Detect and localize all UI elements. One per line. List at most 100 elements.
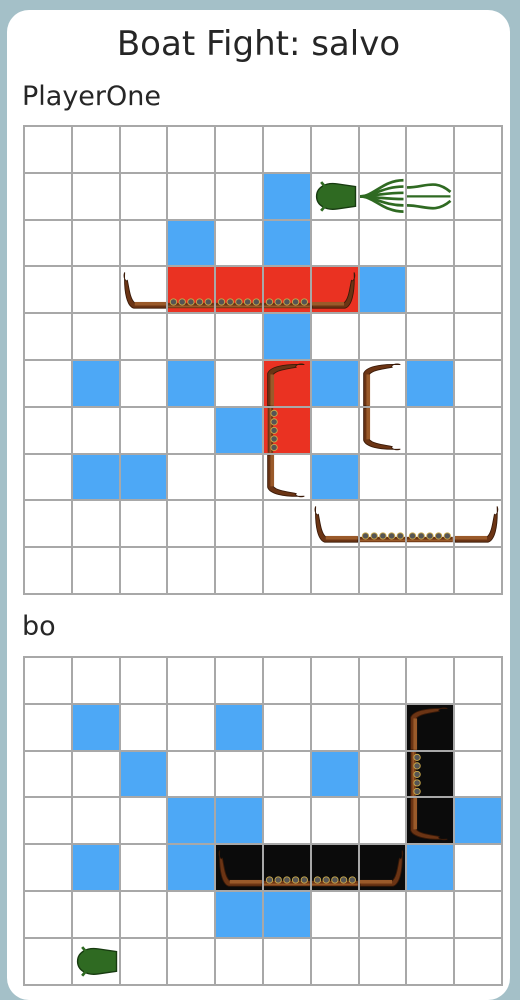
player-two-grid-cell[interactable] — [24, 844, 72, 891]
player-two-grid-cell[interactable] — [119, 937, 168, 985]
player-two-grid-cell[interactable] — [71, 890, 120, 938]
player-one-grid-cell[interactable] — [71, 547, 120, 594]
player-two-grid-cell[interactable] — [167, 703, 216, 751]
player-two-grid-cell[interactable] — [167, 890, 216, 938]
player-one-grid-cell[interactable] — [119, 266, 168, 314]
player-two-grid-cell-sunk[interactable] — [406, 750, 455, 798]
player-two-grid-cell[interactable] — [71, 937, 120, 985]
player-two-grid-cell-sunk[interactable] — [215, 844, 263, 891]
player-two-grid-cell-miss[interactable] — [310, 750, 359, 798]
player-two-grid-cell[interactable] — [262, 750, 311, 798]
player-one-grid-cell-miss[interactable] — [262, 172, 311, 220]
player-one-grid-cell[interactable] — [406, 126, 455, 173]
player-two-grid-cell[interactable] — [262, 797, 311, 845]
player-two-grid-cell[interactable] — [454, 657, 502, 704]
player-one-grid-cell-hit[interactable] — [215, 266, 263, 314]
player-one-grid-cell[interactable] — [119, 500, 168, 548]
player-two-grid-cell-miss[interactable] — [454, 797, 502, 845]
player-one-grid-cell[interactable] — [167, 172, 216, 220]
player-two-grid-cell[interactable] — [119, 797, 168, 845]
player-two-grid-cell-miss[interactable] — [215, 797, 263, 845]
player-one-grid-cell[interactable] — [262, 126, 311, 173]
player-two-grid-cell[interactable] — [310, 890, 359, 938]
player-one-grid-cell-miss[interactable] — [262, 219, 311, 267]
player-two-grid-cell[interactable] — [358, 750, 407, 798]
player-one-grid-cell[interactable] — [167, 500, 216, 548]
player-one-grid-cell-miss[interactable] — [310, 359, 359, 407]
player-two-grid-cell[interactable] — [406, 937, 455, 985]
player-two-grid-cell[interactable] — [24, 750, 72, 798]
player-two-grid-cell[interactable] — [454, 890, 502, 938]
player-one-grid-cell-miss[interactable] — [310, 453, 359, 501]
player-one-grid-cell[interactable] — [358, 126, 407, 173]
player-two-grid-cell[interactable] — [215, 937, 263, 985]
player-one-grid-cell[interactable] — [406, 453, 455, 501]
player-two-grid-cell-miss[interactable] — [71, 844, 120, 891]
player-one-grid-cell[interactable] — [262, 500, 311, 548]
player-two-grid-cell[interactable] — [454, 844, 502, 891]
player-two-grid-cell-miss[interactable] — [71, 703, 120, 751]
player-one-grid-cell[interactable] — [454, 547, 502, 594]
player-one-grid-cell[interactable] — [119, 219, 168, 267]
player-one-grid-cell-hit[interactable] — [262, 266, 311, 314]
player-one-grid-cell-miss[interactable] — [119, 453, 168, 501]
player-two-grid-cell[interactable] — [71, 657, 120, 704]
player-one-grid-cell[interactable] — [406, 313, 455, 360]
player-one-grid-cell[interactable] — [454, 406, 502, 454]
player-one-grid-cell-hit[interactable] — [262, 359, 311, 407]
player-two-grid-cell-sunk[interactable] — [406, 703, 455, 751]
player-two-grid-cell[interactable] — [406, 890, 455, 938]
player-two-grid-cell-sunk[interactable] — [406, 797, 455, 845]
player-one-grid-cell[interactable] — [358, 219, 407, 267]
player-two-grid-cell-miss[interactable] — [262, 890, 311, 938]
player-one-grid-cell-miss[interactable] — [406, 359, 455, 407]
player-one-grid-cell[interactable] — [119, 126, 168, 173]
player-one-grid-cell[interactable] — [215, 313, 263, 360]
player-one-grid-cell[interactable] — [406, 219, 455, 267]
player-one-grid-cell[interactable] — [406, 266, 455, 314]
player-one-grid-cell[interactable] — [262, 547, 311, 594]
player-one-grid-cell[interactable] — [406, 547, 455, 594]
player-one-grid-cell[interactable] — [215, 500, 263, 548]
player-one-grid-cell-hit[interactable] — [310, 266, 359, 314]
player-one-grid-cell[interactable] — [24, 500, 72, 548]
player-two-grid-cell[interactable] — [358, 890, 407, 938]
player-two-grid-cell[interactable] — [215, 750, 263, 798]
player-one-grid-cell-miss[interactable] — [167, 359, 216, 407]
player-one-grid-cell-hit[interactable] — [167, 266, 216, 314]
player-two-grid-cell[interactable] — [310, 937, 359, 985]
player-one-grid-cell[interactable] — [167, 313, 216, 360]
player-two-grid-cell[interactable] — [406, 657, 455, 704]
player-one-grid-cell[interactable] — [215, 359, 263, 407]
player-one-grid-cell[interactable] — [310, 172, 359, 220]
player-one-grid-cell[interactable] — [215, 453, 263, 501]
player-one-grid-cell[interactable] — [310, 313, 359, 360]
player-one-grid-cell[interactable] — [358, 313, 407, 360]
player-one-grid-cell[interactable] — [71, 172, 120, 220]
player-two-grid-cell[interactable] — [24, 937, 72, 985]
player-one-grid-cell[interactable] — [71, 126, 120, 173]
player-one-grid-cell[interactable] — [358, 359, 407, 407]
player-two-grid-cell[interactable] — [167, 937, 216, 985]
player-one-grid-cell[interactable] — [406, 172, 455, 220]
player-two-grid-cell[interactable] — [262, 657, 311, 704]
player-one-grid-cell[interactable] — [119, 359, 168, 407]
player-two-grid-cell[interactable] — [24, 890, 72, 938]
player-two-grid-cell-miss[interactable] — [215, 890, 263, 938]
player-two-grid-cell[interactable] — [358, 703, 407, 751]
player-one-grid-cell[interactable] — [454, 219, 502, 267]
player-one-grid-cell[interactable] — [406, 406, 455, 454]
player-two-grid-cell-miss[interactable] — [406, 844, 455, 891]
player-two-grid-cell[interactable] — [310, 703, 359, 751]
player-one-grid-cell[interactable] — [24, 453, 72, 501]
player-two-grid-cell[interactable] — [310, 797, 359, 845]
player-two-grid-cell[interactable] — [24, 657, 72, 704]
player-one-grid-cell[interactable] — [24, 219, 72, 267]
player-two-grid-cell[interactable] — [167, 657, 216, 704]
player-one-grid-cell[interactable] — [454, 500, 502, 548]
player-two-grid-cell[interactable] — [119, 657, 168, 704]
player-one-grid-cell[interactable] — [262, 453, 311, 501]
player-one-grid-cell-miss[interactable] — [167, 219, 216, 267]
player-one-grid-cell[interactable] — [167, 126, 216, 173]
player-two-grid-cell[interactable] — [454, 703, 502, 751]
